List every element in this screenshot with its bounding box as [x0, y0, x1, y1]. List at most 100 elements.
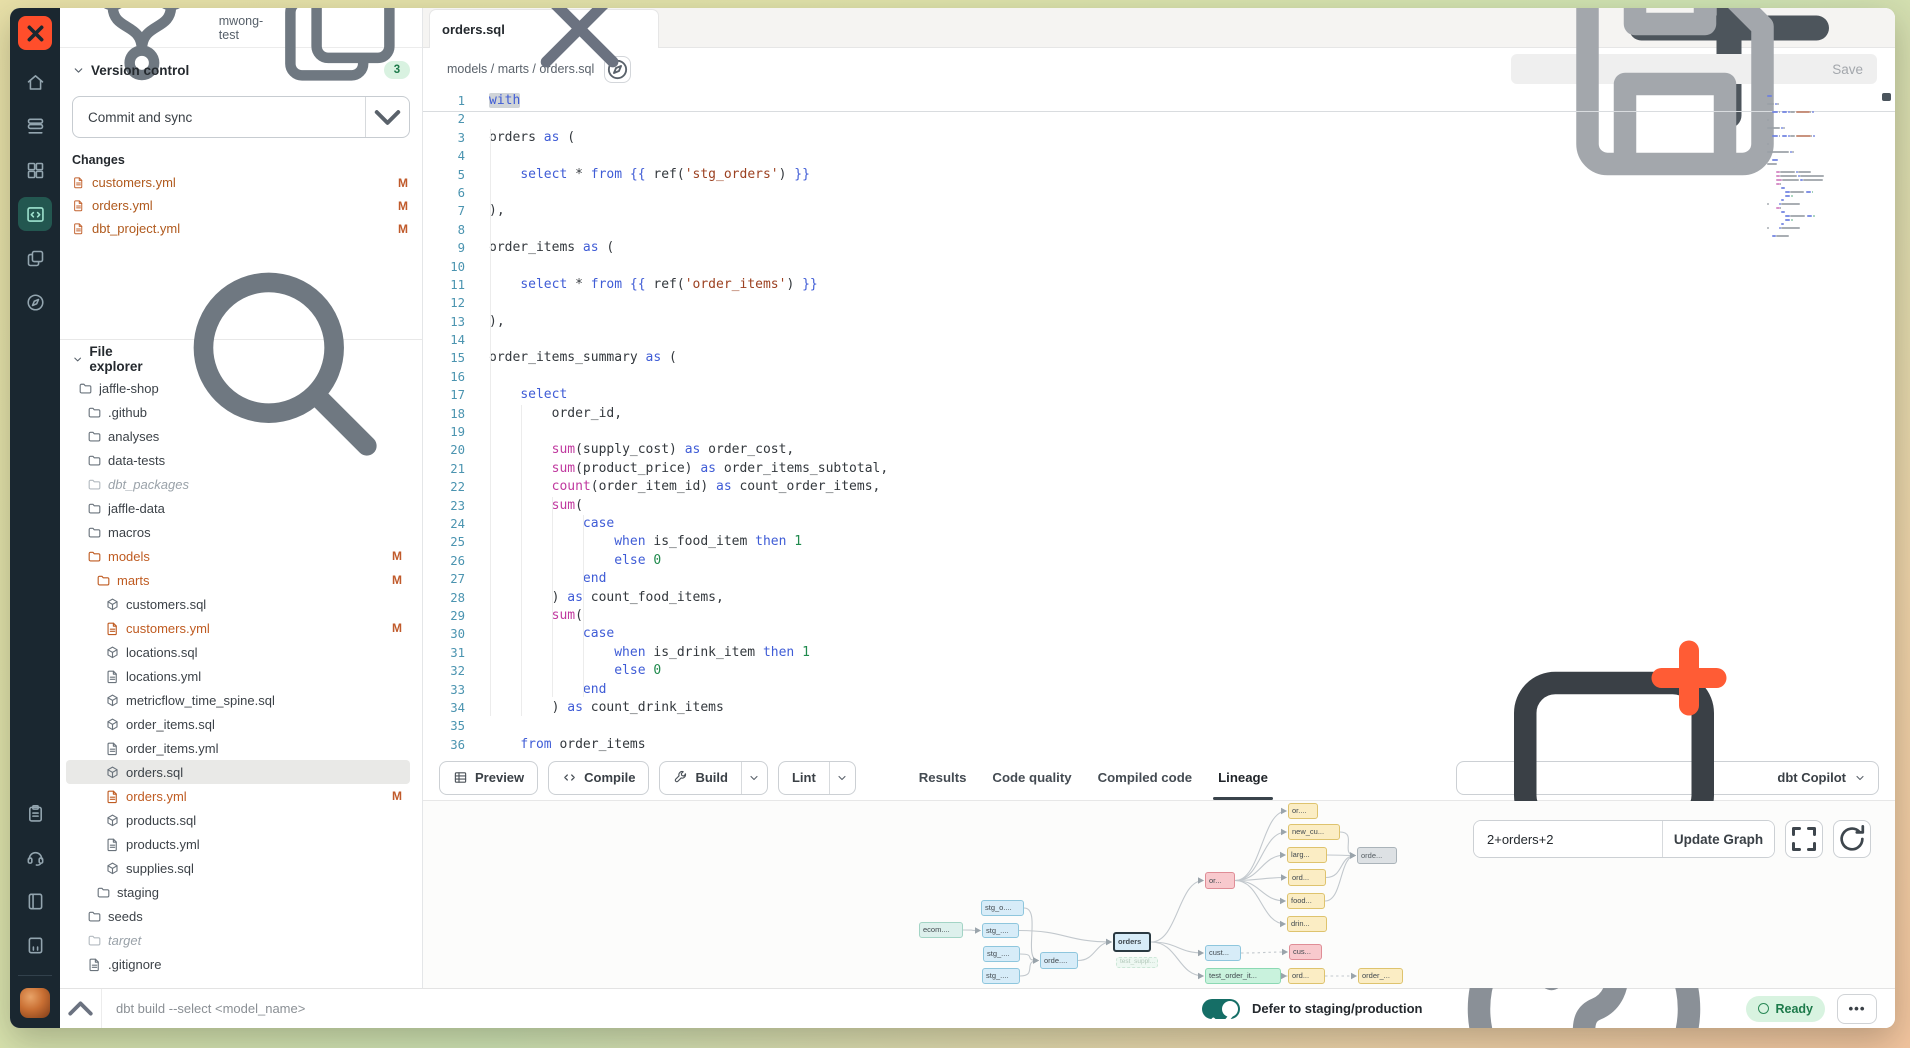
tree-item-label: data-tests	[108, 453, 404, 468]
tree-item-order_items.yml[interactable]: order_items.yml	[66, 736, 410, 760]
lineage-node-stg4[interactable]: stg_....	[982, 968, 1020, 984]
code-token: as	[716, 479, 732, 494]
tree-item-order_items.sql[interactable]: order_items.sql	[66, 712, 410, 736]
lint-button-main[interactable]: Lint	[779, 762, 829, 794]
tab-results[interactable]: Results	[906, 755, 980, 800]
tree-item-jaffle-data[interactable]: jaffle-data	[66, 496, 410, 520]
defer-toggle[interactable]	[1202, 999, 1240, 1019]
lineage-node-test_order[interactable]: test_order_it...	[1205, 968, 1281, 984]
rail-item-explore[interactable]	[18, 285, 52, 319]
tree-item-data-tests[interactable]: data-tests	[66, 448, 410, 472]
lineage-node-or_y[interactable]: or....	[1288, 803, 1318, 819]
rail-item-support[interactable]	[18, 840, 52, 874]
version-control-header[interactable]: Version control 3	[72, 57, 410, 83]
tab-lineage[interactable]: Lineage	[1205, 755, 1281, 800]
tree-item-dbt_packages[interactable]: dbt_packages	[66, 472, 410, 496]
code-text: sum(	[465, 497, 583, 515]
build-button[interactable]: Build	[659, 761, 768, 795]
tree-item-customers.yml[interactable]: customers.ymlM	[66, 616, 410, 640]
code-editor[interactable]: 1with23orders as (45 select * from {{ re…	[423, 90, 1895, 755]
refresh-graph-button[interactable]	[1833, 820, 1871, 858]
commit-options-dropdown[interactable]	[365, 97, 409, 137]
lineage-node-ord_y2[interactable]: ord...	[1288, 968, 1325, 984]
lineage-node-order_y3[interactable]: order_...	[1358, 968, 1403, 984]
rail-item-orchestration[interactable]	[18, 241, 52, 275]
commit-and-sync-button[interactable]: Commit and sync	[72, 96, 410, 138]
lint-options-dropdown[interactable]	[829, 762, 855, 794]
lineage-node-stg3[interactable]: stg_....	[983, 946, 1020, 962]
tree-item-locations.yml[interactable]: locations.yml	[66, 664, 410, 688]
tree-item-.github[interactable]: .github	[66, 400, 410, 424]
preview-button[interactable]: Preview	[439, 761, 538, 795]
rail-item-docs[interactable]	[18, 884, 52, 918]
close-tab-icon[interactable]	[513, 8, 646, 96]
tree-item-staging[interactable]: staging	[66, 880, 410, 904]
tree-item-.gitignore[interactable]: .gitignore	[66, 952, 410, 976]
lineage-selector-input[interactable]	[1474, 821, 1662, 857]
tree-item-macros[interactable]: macros	[66, 520, 410, 544]
compile-button[interactable]: Compile	[548, 761, 649, 795]
lineage-node-cus_pink[interactable]: cus...	[1289, 944, 1322, 960]
lineage-node-ord_y[interactable]: ord...	[1288, 869, 1326, 886]
rail-item-dashboards[interactable]	[18, 153, 52, 187]
build-button-main[interactable]: Build	[660, 762, 741, 794]
lineage-node-test_supp[interactable]: test_suppl...	[1116, 957, 1158, 968]
tree-item-locations.sql[interactable]: locations.sql	[66, 640, 410, 664]
rail-item-tasks[interactable]	[18, 796, 52, 830]
tree-item-seeds[interactable]: seeds	[66, 904, 410, 928]
lineage-node-drin[interactable]: drin...	[1287, 916, 1327, 932]
lineage-node-orde_gray[interactable]: orde...	[1357, 847, 1397, 864]
lineage-node-larg[interactable]: larg...	[1287, 847, 1327, 863]
tree-item-metricflow_time_spine.sql[interactable]: metricflow_time_spine.sql	[66, 688, 410, 712]
tree-item-orders.sql[interactable]: orders.sql	[66, 760, 410, 784]
lineage-node-ecom[interactable]: ecom....	[919, 922, 963, 938]
code-token: when	[614, 645, 645, 660]
lineage-node-orders[interactable]: orders	[1113, 932, 1151, 952]
tree-item-jaffle-shop[interactable]: jaffle-shop	[66, 376, 410, 400]
rail-item-home[interactable]	[18, 65, 52, 99]
lineage-node-stg2[interactable]: stg_....	[982, 923, 1019, 938]
tree-item-supplies.sql[interactable]: supplies.sql	[66, 856, 410, 880]
lineage-node-new_cu[interactable]: new_cu...	[1288, 824, 1340, 840]
tree-item-customers.sql[interactable]: customers.sql	[66, 592, 410, 616]
collapse-panel-button[interactable]	[60, 989, 102, 1028]
tab-orders-sql[interactable]: orders.sql	[429, 9, 659, 48]
tree-item-products.yml[interactable]: products.yml	[66, 832, 410, 856]
update-graph-button[interactable]: Update Graph	[1662, 821, 1774, 857]
changed-file-orders.yml[interactable]: orders.ymlM	[72, 195, 410, 216]
lineage-node-or_pink[interactable]: or...	[1205, 872, 1235, 889]
tab-code-quality[interactable]: Code quality	[979, 755, 1084, 800]
rail-item-resources[interactable]	[18, 928, 52, 962]
save-button[interactable]: Save	[1511, 54, 1877, 84]
lineage-node-stg1[interactable]: stg_o....	[981, 900, 1024, 916]
lineage-node-orde_int[interactable]: orde....	[1040, 952, 1078, 969]
file-explorer-header[interactable]: File explorer	[72, 346, 410, 372]
code-text: count(order_item_id) as count_order_item…	[465, 478, 880, 496]
dbt-copilot-button[interactable]: dbt Copilot	[1456, 761, 1879, 795]
tree-item-analyses[interactable]: analyses	[66, 424, 410, 448]
tree-item-models[interactable]: modelsM	[66, 544, 410, 568]
build-options-dropdown[interactable]	[741, 762, 767, 794]
editor-scrollbar[interactable]	[1882, 90, 1894, 755]
more-options-button[interactable]: •••	[1837, 994, 1877, 1024]
lineage-node-food[interactable]: food...	[1287, 893, 1325, 909]
tree-item-target[interactable]: target	[66, 928, 410, 952]
command-input[interactable]: dbt build --select <model_name>	[102, 1001, 1202, 1016]
changed-file-customers.yml[interactable]: customers.ymlM	[72, 172, 410, 193]
fullscreen-button[interactable]	[1785, 820, 1823, 858]
tab-compiled-code[interactable]: Compiled code	[1085, 755, 1206, 800]
code-minimap[interactable]	[1766, 94, 1840, 242]
rail-item-deploy[interactable]	[18, 109, 52, 143]
compile-button-main[interactable]: Compile	[549, 762, 648, 794]
result-tabs: ResultsCode qualityCompiled codeLineage	[906, 755, 1281, 800]
tree-item-orders.yml[interactable]: orders.ymlM	[66, 784, 410, 808]
tree-item-marts[interactable]: martsM	[66, 568, 410, 592]
lineage-node-cust[interactable]: cust...	[1205, 945, 1241, 961]
rail-item-dbt-logo[interactable]	[18, 16, 52, 50]
user-avatar[interactable]	[20, 988, 50, 1018]
rail-item-develop[interactable]	[18, 197, 52, 231]
preview-button-main[interactable]: Preview	[440, 762, 537, 794]
lint-button[interactable]: Lint	[778, 761, 856, 795]
tree-item-products.sql[interactable]: products.sql	[66, 808, 410, 832]
scrollbar-handle[interactable]	[1882, 93, 1891, 101]
